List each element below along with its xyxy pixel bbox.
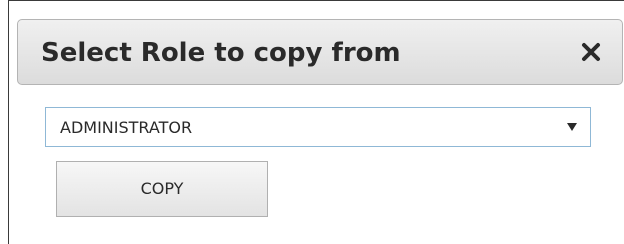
copy-role-dialog: Select Role to copy from ADMINISTRATOR C…	[8, 0, 624, 244]
role-select-value: ADMINISTRATOR	[60, 118, 193, 137]
dropdown-arrow-icon	[566, 122, 578, 132]
close-icon[interactable]	[576, 34, 606, 68]
copy-button[interactable]: COPY	[56, 161, 268, 217]
dialog-title: Select Role to copy from	[41, 38, 401, 68]
dialog-titlebar: Select Role to copy from	[17, 19, 623, 85]
role-select[interactable]: ADMINISTRATOR	[45, 107, 591, 147]
